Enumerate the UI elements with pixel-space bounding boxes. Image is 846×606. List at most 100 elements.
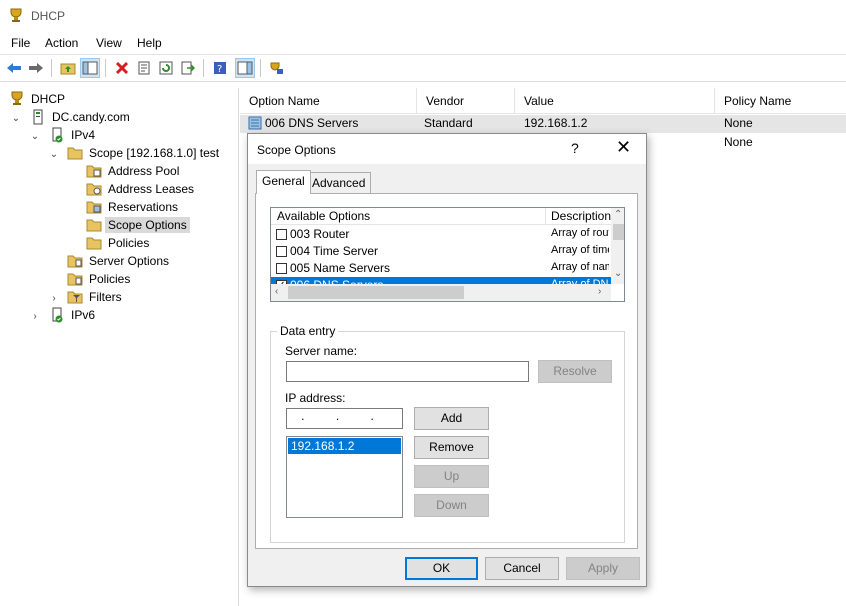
policies-icon — [67, 271, 83, 287]
close-icon[interactable]: ✕ — [616, 138, 631, 156]
menu-file[interactable]: File — [11, 36, 30, 50]
options-header: Available Options Description — [271, 208, 611, 225]
list-row[interactable]: 006 DNS Servers Standard 192.168.1.2 Non… — [240, 115, 846, 133]
dhcp-server-icon[interactable] — [266, 58, 286, 78]
tree-node-address-leases[interactable]: Address Leases — [86, 180, 197, 197]
column-policy-name[interactable]: Policy Name — [715, 88, 846, 114]
option-row[interactable]: 005 Name Servers Array of name — [271, 260, 611, 277]
tree-node-reservations[interactable]: Reservations — [86, 198, 181, 215]
folder-icon — [67, 145, 83, 161]
option-name: 004 Time Server — [290, 244, 379, 258]
server-name-input[interactable] — [286, 361, 529, 382]
menu-help[interactable]: Help — [137, 36, 162, 50]
scroll-up-icon[interactable]: ⌃ — [614, 209, 622, 220]
tree-node-filters[interactable]: Filters — [67, 288, 125, 305]
column-value[interactable]: Value — [515, 88, 715, 114]
scroll-right-icon[interactable]: › — [598, 286, 601, 297]
data-entry-group: Data entry Server name: Resolve IP addre… — [270, 324, 625, 543]
folder-icon — [86, 235, 102, 251]
dialog-title: Scope Options — [257, 143, 336, 157]
chevron-right-icon[interactable]: › — [30, 311, 40, 322]
tab-general[interactable]: General — [256, 170, 311, 194]
option-icon — [248, 116, 262, 130]
chevron-down-icon[interactable]: ⌄ — [11, 113, 21, 124]
menu-view[interactable]: View — [96, 36, 122, 50]
properties-icon[interactable] — [134, 58, 154, 78]
svg-text:?: ? — [217, 64, 222, 75]
vertical-scrollbar[interactable]: ⌃ ⌄ — [611, 208, 624, 284]
remove-button[interactable]: Remove — [414, 436, 489, 459]
column-vendor[interactable]: Vendor — [417, 88, 515, 114]
option-name: 005 Name Servers — [290, 261, 391, 275]
menu-action[interactable]: Action — [45, 36, 78, 50]
tree-node-server-options[interactable]: Server Options — [67, 252, 172, 269]
option-name: 003 Router — [290, 227, 350, 241]
ip-list-item[interactable]: 192.168.1.2 — [288, 438, 401, 454]
option-row[interactable]: 003 Router Array of router — [271, 226, 611, 243]
ok-button[interactable]: OK — [405, 557, 478, 580]
refresh-icon[interactable] — [156, 58, 176, 78]
tree-node-scope-options[interactable]: Scope Options — [86, 216, 190, 233]
header-description[interactable]: Description — [551, 209, 611, 223]
server-icon — [30, 109, 46, 125]
menu-bar: File Action View Help — [0, 32, 846, 54]
forward-icon[interactable] — [26, 58, 46, 78]
horizontal-scrollbar[interactable]: ‹ › — [271, 284, 611, 301]
reservations-icon — [86, 199, 102, 215]
scope-options-icon — [86, 217, 102, 233]
add-button[interactable]: Add — [414, 407, 489, 430]
chevron-down-icon[interactable]: ⌄ — [30, 131, 40, 142]
option-checkbox[interactable] — [276, 246, 287, 257]
header-available-options[interactable]: Available Options — [277, 209, 370, 223]
show-hide-tree-icon[interactable] — [80, 58, 100, 78]
option-description: Array of time — [551, 244, 609, 256]
chevron-right-icon[interactable]: › — [49, 293, 59, 304]
delete-icon[interactable] — [112, 58, 132, 78]
ip-address-input[interactable]: . . . — [286, 408, 403, 429]
ipv4-icon — [49, 127, 65, 143]
up-button[interactable]: Up — [414, 465, 489, 488]
console-tree: DHCP ⌄ DC.candy.com ⌄ IPv4 ⌄ Scope [192.… — [0, 88, 239, 606]
scroll-thumb[interactable] — [613, 224, 624, 240]
filter-icon — [67, 289, 83, 305]
toolbar: ? — [0, 54, 846, 82]
ip-address-list[interactable]: 192.168.1.2 — [286, 436, 403, 518]
available-options-list[interactable]: Available Options Description 003 Router… — [270, 207, 625, 302]
resolve-button[interactable]: Resolve — [538, 360, 612, 383]
title-bar: DHCP — [0, 0, 846, 32]
data-entry-legend: Data entry — [277, 324, 339, 338]
cell-option-name: 006 DNS Servers — [265, 116, 359, 130]
ipv6-icon — [49, 307, 65, 323]
tree-node-scope-policies[interactable]: Policies — [86, 234, 152, 251]
chevron-down-icon[interactable]: ⌄ — [49, 149, 59, 160]
scroll-thumb[interactable] — [288, 286, 464, 299]
scroll-down-icon[interactable]: ⌄ — [614, 268, 622, 279]
cell-value: 192.168.1.2 — [524, 116, 588, 130]
help-button[interactable]: ? — [571, 140, 579, 156]
tree-node-dhcp[interactable]: DHCP — [9, 90, 68, 107]
tree-node-ipv4[interactable]: IPv4 — [49, 126, 98, 143]
tree-node-address-pool[interactable]: Address Pool — [86, 162, 182, 179]
option-checkbox[interactable] — [276, 229, 287, 240]
dhcp-app-icon — [9, 8, 23, 23]
apply-button[interactable]: Apply — [566, 557, 640, 580]
scroll-left-icon[interactable]: ‹ — [275, 286, 278, 297]
tree-node-scope[interactable]: Scope [192.168.1.0] test — [67, 144, 222, 161]
down-button[interactable]: Down — [414, 494, 489, 517]
back-icon[interactable] — [4, 58, 24, 78]
option-row[interactable]: 004 Time Server Array of time — [271, 243, 611, 260]
tree-node-server[interactable]: DC.candy.com — [30, 108, 133, 125]
scope-options-dialog: Scope Options ? ✕ General Advanced Avail… — [247, 133, 647, 587]
tab-advanced[interactable]: Advanced — [306, 172, 372, 193]
option-checkbox[interactable] — [276, 263, 287, 274]
cancel-button[interactable]: Cancel — [485, 557, 559, 580]
column-option-name[interactable]: Option Name — [240, 88, 417, 114]
option-description: Array of name — [551, 261, 609, 273]
cell-policy: None — [724, 116, 753, 130]
show-action-pane-icon[interactable] — [235, 58, 255, 78]
up-folder-icon[interactable] — [58, 58, 78, 78]
tree-node-policies[interactable]: Policies — [67, 270, 133, 287]
export-list-icon[interactable] — [178, 58, 198, 78]
tree-node-ipv6[interactable]: IPv6 — [49, 306, 98, 323]
help-icon[interactable]: ? — [210, 58, 230, 78]
